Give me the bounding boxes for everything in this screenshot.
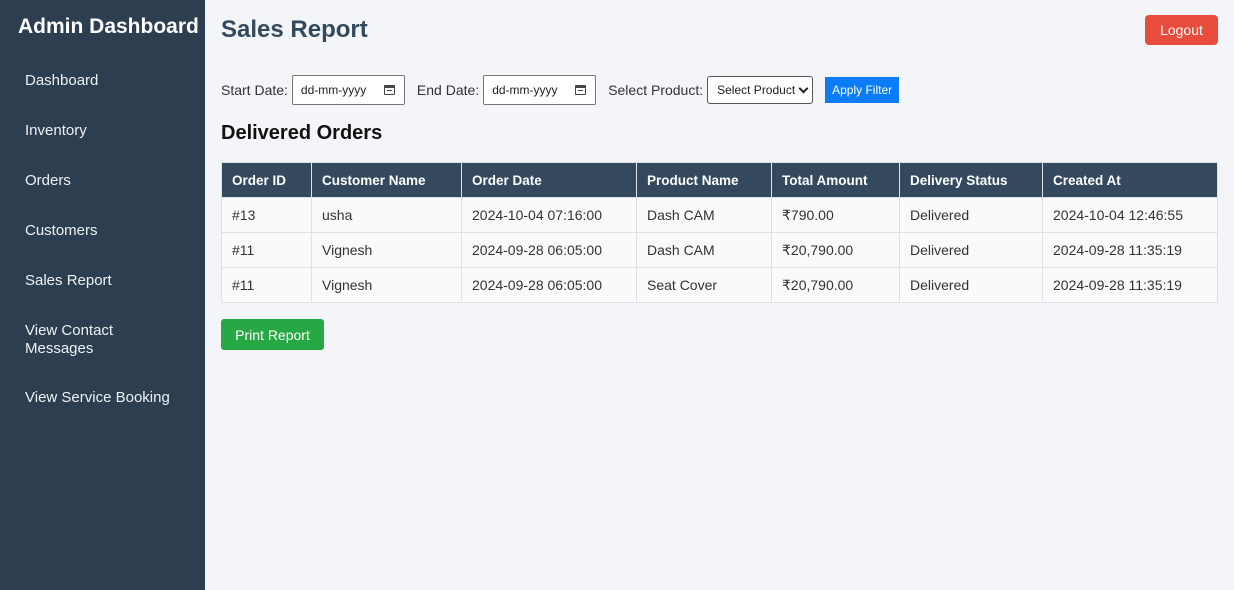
start-date-input[interactable]: dd-mm-yyyy: [291, 75, 405, 105]
sidebar-item-view-service-booking[interactable]: View Service Booking: [25, 389, 195, 407]
cell-total-amount: ₹790.00: [771, 197, 900, 233]
column-header-customer-name: Customer Name: [311, 162, 462, 198]
cell-created-at: 2024-10-04 12:46:55: [1042, 197, 1218, 233]
sidebar-item-inventory[interactable]: Inventory: [25, 122, 195, 140]
cell-order-id: #13: [221, 197, 312, 233]
logout-button[interactable]: Logout: [1145, 15, 1218, 45]
product-select-value: Select Product: [717, 83, 796, 97]
table-row: #13 usha 2024-10-04 07:16:00 Dash CAM ₹7…: [221, 197, 1218, 233]
print-report-button[interactable]: Print Report: [221, 319, 324, 350]
cell-total-amount: ₹20,790.00: [771, 267, 900, 303]
cell-order-id: #11: [221, 267, 312, 303]
sidebar-item-orders[interactable]: Orders: [25, 172, 195, 190]
column-header-product-name: Product Name: [636, 162, 772, 198]
column-header-order-id: Order ID: [221, 162, 312, 198]
end-date-label: End Date:: [416, 82, 480, 98]
cell-delivery-status: Delivered: [899, 232, 1043, 268]
sidebar: Admin Dashboard Dashboard Inventory Orde…: [0, 0, 205, 590]
cell-order-date: 2024-10-04 07:16:00: [461, 197, 637, 233]
apply-filter-button[interactable]: Apply Filter: [825, 77, 900, 103]
end-date-input[interactable]: dd-mm-yyyy: [483, 75, 597, 105]
section-title: Delivered Orders: [221, 122, 383, 144]
cell-product-name: Seat Cover: [636, 267, 772, 303]
sidebar-item-sales-report[interactable]: Sales Report: [25, 272, 195, 290]
calendar-icon[interactable]: [575, 85, 587, 95]
end-date-placeholder: dd-mm-yyyy: [492, 83, 558, 97]
cell-delivery-status: Delivered: [899, 197, 1043, 233]
cell-order-id: #11: [221, 232, 312, 268]
cell-created-at: 2024-09-28 11:35:19: [1042, 267, 1218, 303]
sidebar-item-customers[interactable]: Customers: [25, 222, 195, 240]
table-row: #11 Vignesh 2024-09-28 06:05:00 Seat Cov…: [221, 267, 1218, 303]
product-select[interactable]: Select Product: [707, 76, 814, 104]
cell-order-date: 2024-09-28 06:05:00: [461, 267, 637, 303]
column-header-delivery-status: Delivery Status: [899, 162, 1043, 198]
cell-product-name: Dash CAM: [636, 232, 772, 268]
cell-created-at: 2024-09-28 11:35:19: [1042, 232, 1218, 268]
cell-customer-name: usha: [311, 197, 462, 233]
sidebar-item-view-contact-messages[interactable]: View Contact Messages: [25, 322, 135, 358]
cell-customer-name: Vignesh: [311, 267, 462, 303]
column-header-created-at: Created At: [1042, 162, 1218, 198]
product-select-label: Select Product:: [608, 82, 704, 98]
table-row: #11 Vignesh 2024-09-28 06:05:00 Dash CAM…: [221, 232, 1218, 268]
chevron-down-icon: [798, 83, 809, 94]
cell-product-name: Dash CAM: [636, 197, 772, 233]
sidebar-title: Admin Dashboard: [18, 15, 199, 38]
start-date-placeholder: dd-mm-yyyy: [300, 83, 367, 97]
sidebar-item-dashboard[interactable]: Dashboard: [25, 72, 195, 90]
orders-table: Order ID Customer Name Order Date Produc…: [221, 162, 1218, 303]
column-header-order-date: Order Date: [461, 162, 637, 198]
cell-order-date: 2024-09-28 06:05:00: [461, 232, 637, 268]
calendar-icon[interactable]: [383, 85, 395, 95]
cell-customer-name: Vignesh: [311, 232, 462, 268]
main-content: Sales Report Logout Start Date: dd-mm-yy…: [205, 0, 1234, 590]
column-header-total-amount: Total Amount: [771, 162, 900, 198]
start-date-label: Start Date:: [221, 82, 288, 98]
filter-bar: Start Date: dd-mm-yyyy End Date: dd-mm-y…: [221, 75, 900, 105]
cell-total-amount: ₹20,790.00: [771, 232, 900, 268]
cell-delivery-status: Delivered: [899, 267, 1043, 303]
table-header-row: Order ID Customer Name Order Date Produc…: [221, 162, 1218, 198]
page-title: Sales Report: [221, 16, 368, 43]
